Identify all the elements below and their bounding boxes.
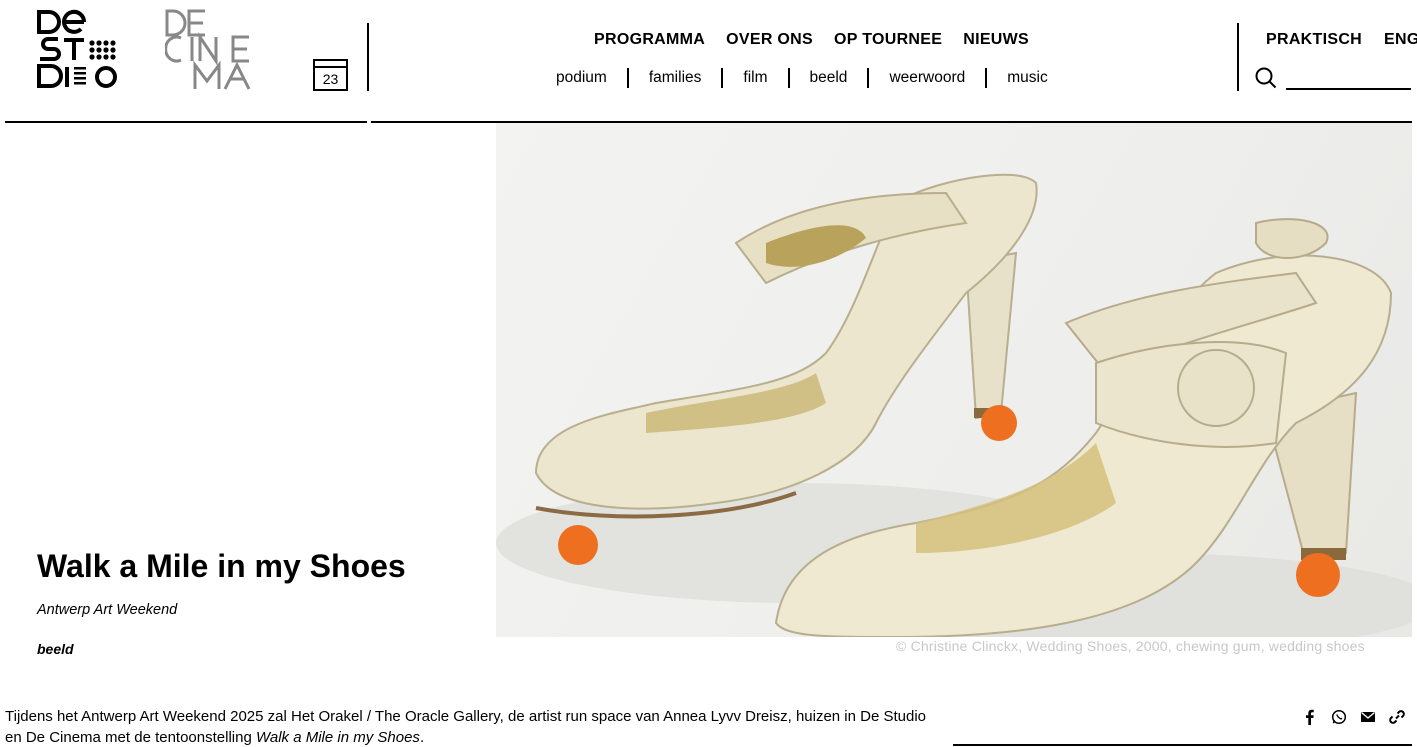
link-icon[interactable]	[1389, 709, 1405, 725]
share-buttons	[1302, 709, 1405, 725]
page-title: Walk a Mile in my Shoes	[37, 548, 406, 584]
sub-nav-families[interactable]: families	[626, 68, 722, 88]
sub-nav-beeld[interactable]: beeld	[787, 68, 868, 88]
intro-text-after: .	[419, 729, 425, 746]
intro-exhibition-title: Walk a Mile in my Shoes	[255, 729, 420, 746]
search-input[interactable]	[1286, 64, 1411, 90]
header-divider	[1237, 23, 1239, 91]
sub-nav-podium[interactable]: podium	[536, 68, 627, 88]
nav-programma[interactable]: PROGRAMMA	[594, 30, 705, 50]
search-icon[interactable]	[1255, 67, 1277, 89]
sub-nav-film[interactable]: film	[721, 68, 787, 88]
section-rule	[953, 744, 1412, 746]
image-caption: © Christine Clinckx, Wedding Shoes, 2000…	[896, 638, 1365, 654]
header-divider	[367, 23, 369, 91]
intro-text-before: Tijdens het Antwerp Art Weekend 2025 zal…	[5, 708, 927, 746]
facebook-icon[interactable]	[1302, 709, 1318, 725]
hero-image	[496, 123, 1412, 637]
whatsapp-icon[interactable]	[1331, 709, 1347, 725]
category-label[interactable]: beeld	[37, 641, 74, 657]
sub-nav-weerwoord[interactable]: weerwoord	[867, 68, 985, 88]
sub-nav: podium families film beeld weerwoord mus…	[536, 66, 1068, 90]
sub-nav-music[interactable]: music	[985, 68, 1067, 88]
mail-icon[interactable]	[1360, 709, 1376, 725]
nav-op-tournee[interactable]: OP TOURNEE	[834, 30, 942, 50]
intro-text: Tijdens het Antwerp Art Weekend 2025 zal…	[5, 706, 945, 747]
nav-nieuws[interactable]: NIEUWS	[963, 30, 1029, 50]
header-rule	[5, 121, 367, 123]
language-switch[interactable]: ENG	[1384, 30, 1417, 50]
calendar-day: 23	[322, 71, 339, 87]
nav-over-ons[interactable]: OVER ONS	[726, 30, 813, 50]
utility-nav: PRAKTISCH ENG	[1266, 30, 1417, 50]
main-nav: PROGRAMMA OVER ONS OP TOURNEE NIEUWS	[594, 30, 1029, 50]
calendar-icon[interactable]: 23	[313, 59, 348, 91]
nav-praktisch[interactable]: PRAKTISCH	[1266, 30, 1362, 50]
de-studio-logo[interactable]	[36, 9, 120, 91]
event-subtitle: Antwerp Art Weekend	[37, 602, 178, 618]
de-cinema-logo[interactable]	[165, 9, 259, 91]
